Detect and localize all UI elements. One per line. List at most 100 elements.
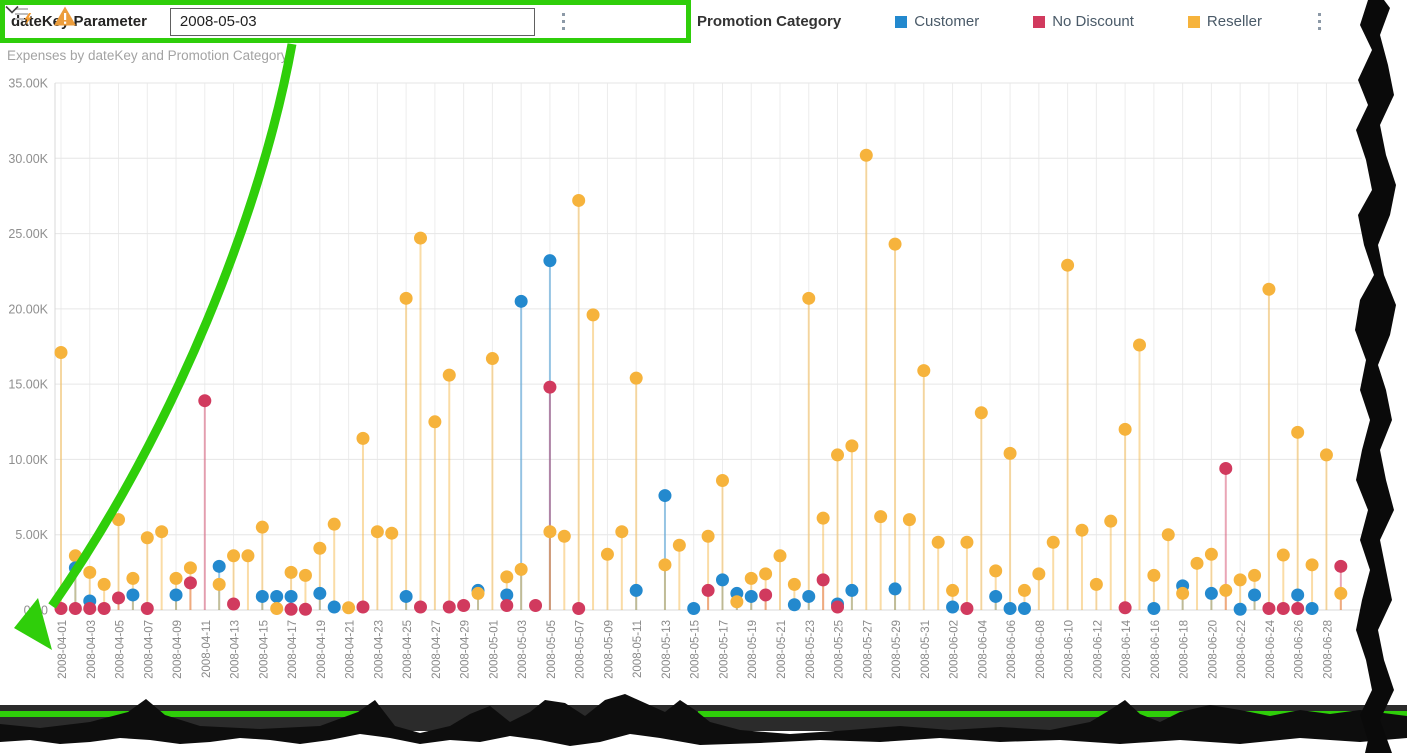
data-point: [529, 598, 543, 612]
data-point: [1089, 577, 1103, 591]
data-point: [97, 601, 111, 615]
svg-text:2008-05-31: 2008-05-31: [920, 620, 932, 679]
dropdown-value: 2008-05-03: [179, 13, 257, 30]
data-point: [1219, 461, 1233, 475]
data-point: [802, 589, 816, 603]
data-point: [543, 254, 557, 268]
datekey-dropdown[interactable]: 2008-05-03: [5, 5, 535, 36]
svg-text:2008-06-10: 2008-06-10: [1064, 620, 1076, 679]
data-point: [1190, 556, 1204, 570]
data-point: [370, 525, 384, 539]
data-point: [198, 394, 212, 408]
data-point: [414, 600, 427, 614]
data-point: [1147, 568, 1161, 582]
data-point: [715, 573, 729, 587]
data-point: [1017, 583, 1031, 597]
data-point: [442, 600, 456, 614]
svg-text:2008-06-22: 2008-06-22: [1236, 620, 1248, 679]
data-point: [1104, 514, 1118, 528]
data-point: [169, 588, 183, 602]
data-point: [1075, 523, 1089, 537]
data-point: [1061, 258, 1075, 272]
svg-text:2008-06-16: 2008-06-16: [1150, 620, 1162, 679]
svg-text:20.00K: 20.00K: [8, 302, 48, 316]
legend-item-reseller[interactable]: Reseller: [1187, 13, 1262, 30]
svg-text:2008-05-21: 2008-05-21: [776, 620, 788, 679]
data-point: [831, 448, 845, 462]
svg-text:2008-05-25: 2008-05-25: [834, 620, 846, 679]
data-point: [773, 549, 787, 563]
slicer-more-options-icon[interactable]: [561, 13, 565, 30]
chart-more-options-icon[interactable]: [1317, 13, 1321, 30]
data-point: [356, 431, 370, 445]
data-point: [169, 571, 183, 585]
data-point: [68, 561, 82, 575]
data-point: [946, 600, 960, 614]
svg-text:2008-05-19: 2008-05-19: [747, 620, 759, 679]
reseller-swatch-icon: [1187, 15, 1200, 28]
svg-text:2008-05-11: 2008-05-11: [632, 620, 644, 678]
data-point: [701, 583, 715, 597]
chevron-down-icon: [5, 5, 19, 14]
svg-text:5.00K: 5.00K: [15, 528, 48, 542]
data-point: [1248, 568, 1262, 582]
svg-text:2008-06-28: 2008-06-28: [1322, 620, 1334, 679]
data-point: [54, 601, 68, 615]
data-point: [816, 511, 830, 525]
lollipop-chart[interactable]: 0.00 5.00K 10.00K 15.00K 20.00K 25.00K 30.00K 3…: [0, 0, 1407, 753]
data-point: [672, 538, 686, 552]
svg-text:2008-04-07: 2008-04-07: [143, 620, 155, 679]
data-point: [399, 589, 413, 603]
no-discount-swatch-icon: [1033, 15, 1046, 28]
data-point: [960, 535, 974, 549]
data-point: [572, 193, 586, 207]
svg-text:30.00K: 30.00K: [8, 152, 48, 166]
data-point: [960, 601, 974, 615]
data-point: [1176, 586, 1190, 600]
data-point: [1003, 446, 1017, 460]
data-point: [54, 346, 68, 360]
data-point: [1291, 601, 1305, 615]
data-point: [831, 600, 845, 614]
data-point: [1262, 282, 1276, 296]
svg-text:2008-05-29: 2008-05-29: [891, 620, 903, 679]
data-point: [557, 529, 571, 543]
data-point: [572, 601, 586, 615]
svg-text:2008-05-01: 2008-05-01: [488, 620, 500, 679]
svg-text:2008-05-15: 2008-05-15: [690, 620, 702, 679]
svg-text:2008-04-21: 2008-04-21: [345, 620, 357, 679]
data-point: [1003, 601, 1017, 615]
data-point: [658, 489, 672, 503]
data-point: [514, 294, 528, 308]
stems: [60, 155, 1342, 610]
data-point: [227, 597, 241, 611]
warning-triangle-icon[interactable]: [53, 5, 77, 27]
svg-text:2008-06-20: 2008-06-20: [1207, 620, 1219, 679]
data-point: [802, 291, 816, 305]
data-point: [629, 583, 643, 597]
data-point: [744, 571, 758, 585]
data-point: [126, 588, 140, 602]
data-point: [241, 549, 255, 563]
data-point: [902, 513, 916, 527]
data-point: [83, 565, 97, 579]
legend-item-no-discount[interactable]: No Discount: [1033, 13, 1134, 30]
legend-item-customer[interactable]: Customer: [895, 13, 979, 30]
data-point: [730, 595, 744, 609]
data-point: [859, 148, 873, 162]
data-point: [917, 364, 931, 378]
data-point: [1248, 588, 1262, 602]
data-point: [485, 352, 499, 366]
data-point: [1276, 548, 1290, 562]
data-point: [270, 601, 284, 615]
svg-text:2008-06-04: 2008-06-04: [977, 619, 989, 678]
svg-text:2008-05-05: 2008-05-05: [546, 620, 558, 679]
data-point: [385, 526, 399, 540]
data-point: [140, 531, 154, 545]
data-point: [83, 601, 97, 615]
svg-text:2008-04-05: 2008-04-05: [115, 620, 127, 679]
data-point: [615, 525, 629, 539]
legend: Promotion Category Customer No Discount …: [697, 0, 1321, 43]
svg-text:2008-06-26: 2008-06-26: [1294, 620, 1306, 679]
svg-text:10.00K: 10.00K: [8, 453, 48, 467]
